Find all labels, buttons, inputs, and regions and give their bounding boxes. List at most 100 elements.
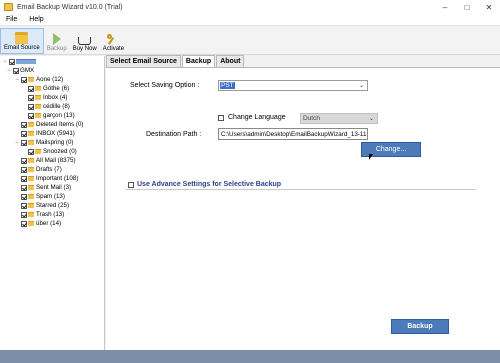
gmx-checkbox[interactable] bbox=[13, 67, 19, 74]
tree-item-label: Spam (13) bbox=[36, 193, 65, 200]
tree-item[interactable]: Spam (13) bbox=[21, 192, 65, 201]
tree-item[interactable]: Inbox (4) bbox=[28, 93, 67, 102]
folder-icon bbox=[28, 77, 34, 82]
menu-bar: File Help bbox=[0, 14, 500, 26]
folder-icon bbox=[35, 149, 41, 154]
backup-panel: Select Saving Option : PST ⌄ Change Lang… bbox=[106, 67, 500, 350]
email-source-button[interactable]: Email Source bbox=[0, 28, 44, 54]
advance-settings-checkbox[interactable] bbox=[128, 181, 134, 188]
tree-item-label: Important (108) bbox=[36, 175, 79, 182]
folder-icon bbox=[35, 86, 41, 91]
tree-item[interactable]: Drafts (7) bbox=[21, 165, 62, 174]
item-checkbox[interactable] bbox=[21, 211, 27, 218]
tree-gmx[interactable]: − GMX bbox=[6, 66, 34, 75]
folder-icon bbox=[35, 113, 41, 118]
minimize-icon[interactable]: – bbox=[434, 0, 456, 14]
tree-item[interactable]: Important (108) bbox=[21, 174, 78, 183]
destination-path-input[interactable]: C:\Users\admin\Desktop\EmailBackupWizard… bbox=[218, 128, 368, 140]
item-checkbox[interactable] bbox=[21, 139, 27, 146]
tree-item-label: garçon (13) bbox=[43, 112, 75, 119]
tree-root[interactable]: − bbox=[2, 57, 38, 66]
item-checkbox[interactable] bbox=[28, 103, 34, 110]
item-checkbox[interactable] bbox=[21, 166, 27, 173]
cart-icon bbox=[78, 37, 92, 45]
item-checkbox[interactable] bbox=[21, 157, 27, 164]
activate-button[interactable]: Activate bbox=[100, 28, 127, 54]
item-checkbox[interactable] bbox=[21, 76, 27, 83]
tab-select-email-source[interactable]: Select Email Source bbox=[106, 55, 181, 67]
collapse-icon[interactable]: − bbox=[2, 59, 8, 65]
tree-item[interactable]: über (14) bbox=[21, 219, 61, 228]
tree-item[interactable]: cédille (8) bbox=[28, 102, 70, 111]
saving-option-value: PST bbox=[220, 82, 235, 89]
item-checkbox[interactable] bbox=[21, 130, 27, 137]
folder-icon bbox=[15, 32, 29, 44]
tree-item-label: Drafts (7) bbox=[36, 166, 62, 173]
tree-item[interactable]: Sent Mail (3) bbox=[21, 183, 71, 192]
advance-settings-label: Use Advance Settings for Selective Backu… bbox=[137, 181, 282, 188]
tree-item[interactable]: Göthe (6) bbox=[28, 84, 69, 93]
chevron-down-icon: ⌄ bbox=[358, 83, 364, 89]
item-checkbox[interactable] bbox=[21, 202, 27, 209]
tree-item[interactable]: garçon (13) bbox=[28, 111, 75, 120]
tab-strip: Select Email Source Backup About bbox=[106, 55, 245, 67]
tree-item-label: INBOX (5941) bbox=[36, 130, 75, 137]
tree-item-label: Göthe (6) bbox=[43, 85, 70, 92]
tree-item-label: Aone (12) bbox=[36, 76, 64, 83]
root-checkbox[interactable] bbox=[9, 58, 15, 65]
tab-about[interactable]: About bbox=[216, 55, 245, 67]
backup-button[interactable]: Backup bbox=[391, 319, 449, 334]
tree-item-label: Starred (25) bbox=[36, 202, 70, 209]
language-select: Dutch ⌄ bbox=[300, 113, 378, 124]
drive-icon bbox=[16, 59, 36, 64]
item-checkbox[interactable] bbox=[21, 193, 27, 200]
folder-icon bbox=[28, 167, 34, 172]
item-checkbox[interactable] bbox=[28, 148, 34, 155]
item-checkbox[interactable] bbox=[28, 94, 34, 101]
folder-icon bbox=[28, 140, 34, 145]
item-checkbox[interactable] bbox=[28, 85, 34, 92]
status-bar bbox=[0, 350, 500, 363]
folder-icon bbox=[35, 104, 41, 109]
saving-option-select[interactable]: PST ⌄ bbox=[218, 80, 368, 91]
folder-icon bbox=[28, 194, 34, 199]
item-checkbox[interactable] bbox=[21, 121, 27, 128]
collapse-icon[interactable]: − bbox=[6, 68, 12, 74]
tree-item[interactable]: Deleted Items (0) bbox=[21, 120, 83, 129]
advance-separator bbox=[126, 189, 476, 190]
folder-icon bbox=[28, 203, 34, 208]
tree-item[interactable]: − Aone (12) bbox=[14, 75, 63, 84]
collapse-icon[interactable]: − bbox=[14, 140, 20, 146]
tree-item[interactable]: All Mail (8375) bbox=[21, 156, 76, 165]
collapse-icon[interactable]: − bbox=[14, 77, 20, 83]
tree-item[interactable]: Starred (25) bbox=[21, 201, 69, 210]
change-language-checkbox[interactable] bbox=[218, 114, 224, 121]
item-checkbox[interactable] bbox=[21, 184, 27, 191]
item-checkbox[interactable] bbox=[21, 175, 27, 182]
menu-file[interactable]: File bbox=[0, 16, 23, 23]
play-icon bbox=[52, 33, 61, 45]
backup-toolbar-button[interactable]: Backup bbox=[44, 28, 70, 54]
tree-gmx-label: GMX bbox=[20, 67, 35, 74]
buy-now-button[interactable]: Buy Now bbox=[70, 28, 100, 54]
tree-item[interactable]: INBOX (5941) bbox=[21, 129, 75, 138]
tree-item[interactable]: Trash (13) bbox=[21, 210, 64, 219]
menu-help[interactable]: Help bbox=[23, 16, 49, 23]
tab-backup[interactable]: Backup bbox=[181, 55, 216, 67]
tree-item-label: Trash (13) bbox=[36, 211, 65, 218]
tree-item-label: Mailspring (0) bbox=[36, 139, 74, 146]
advance-settings-row: Use Advance Settings for Selective Backu… bbox=[128, 181, 285, 188]
window-title: Email Backup Wizard v10.0 (Trial) bbox=[17, 3, 123, 11]
item-checkbox[interactable] bbox=[28, 112, 34, 119]
close-icon[interactable]: ✕ bbox=[478, 0, 500, 14]
maximize-icon[interactable]: □ bbox=[456, 0, 478, 14]
folder-icon bbox=[28, 185, 34, 190]
folder-icon bbox=[28, 221, 34, 226]
tree-item-label: Sent Mail (3) bbox=[36, 184, 72, 191]
window-controls: – □ ✕ bbox=[434, 0, 500, 14]
tree-item-label: Inbox (4) bbox=[43, 94, 68, 101]
tree-item[interactable]: Snoozed (0) bbox=[28, 147, 77, 156]
tree-item-label: All Mail (8375) bbox=[36, 157, 76, 164]
tree-item[interactable]: − Mailspring (0) bbox=[14, 138, 73, 147]
item-checkbox[interactable] bbox=[21, 220, 27, 227]
